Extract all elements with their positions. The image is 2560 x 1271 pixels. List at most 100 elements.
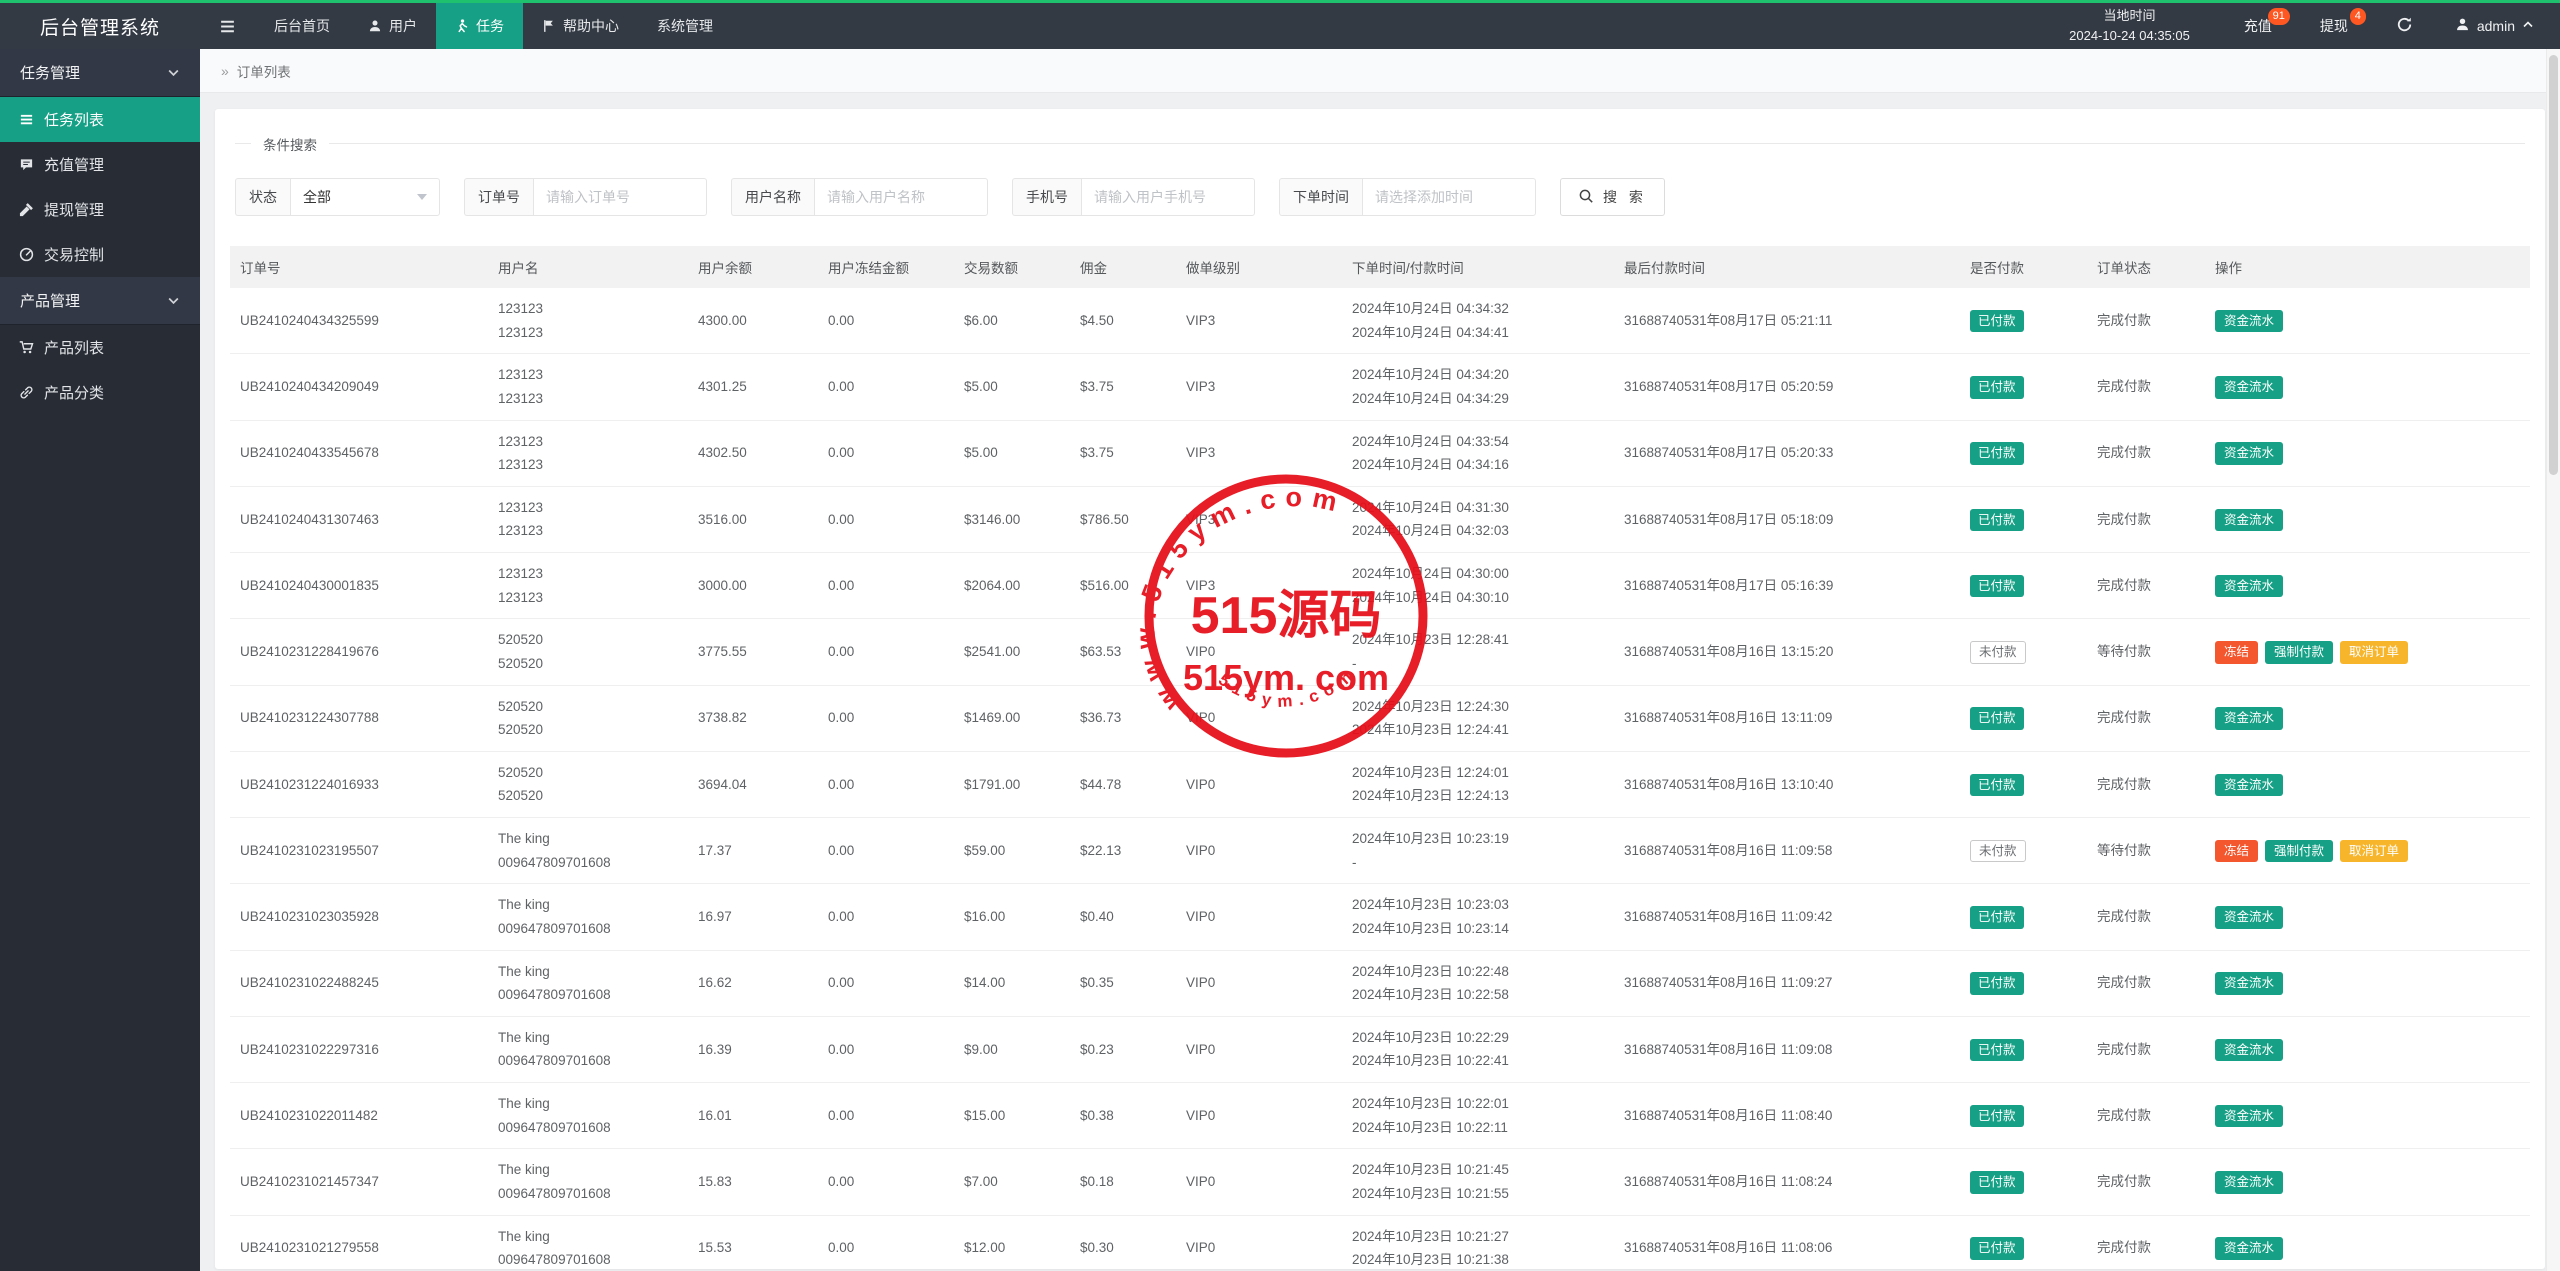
order-status-cell: 完成付款 (2087, 1016, 2205, 1084)
actions-cell: 资金流水 (2205, 685, 2530, 752)
action-button-fund-flow[interactable]: 资金流水 (2215, 972, 2284, 995)
order-time-input[interactable] (1363, 189, 1535, 205)
action-button-fund-flow[interactable]: 资金流水 (2215, 376, 2284, 399)
action-button-force-pay[interactable]: 强制付款 (2265, 839, 2334, 863)
table-row: UB2410231224016933 520520 520520 3694.04 0.0… (230, 751, 2530, 819)
order-status-cell: 完成付款 (2087, 288, 2205, 355)
level-cell: VIP3 (1176, 420, 1342, 487)
action-button-fund-flow[interactable]: 资金流水 (2215, 309, 2284, 333)
local-time-label: 当地时间 (2103, 7, 2156, 23)
gavel-icon (19, 202, 34, 217)
commission-cell: $4.50 (1070, 288, 1176, 355)
local-time: 当地时间 2024-10-24 04:35:05 (2039, 6, 2220, 46)
phone-input[interactable] (1082, 189, 1254, 205)
nav-item-system[interactable]: 系统管理 (638, 3, 732, 49)
action-button-fund-flow[interactable]: 资金流水 (2215, 1104, 2284, 1128)
balance-cell: 3738.82 (688, 685, 818, 752)
order-no-cell: UB2410231021279558 (230, 1215, 488, 1269)
amount-cell: $1469.00 (954, 685, 1070, 752)
amount-cell: $7.00 (954, 1148, 1070, 1216)
commission-cell: $0.30 (1070, 1215, 1176, 1269)
order-no-cell: UB2410231228419676 (230, 618, 488, 686)
last-pay-cell: 31688740531年08月17日 05:20:59 (1614, 353, 1960, 421)
level-cell: VIP0 (1176, 1148, 1342, 1216)
action-button-cancel-order[interactable]: 取消订单 (2340, 839, 2409, 863)
order-time-cell: 2024年10月24日 04:33:54 2024年10月24日 04:34:16 (1342, 420, 1614, 487)
sidebar-item-trade-control[interactable]: 交易控制 (0, 232, 200, 277)
amount-cell: $16.00 (954, 883, 1070, 951)
action-button-fund-flow[interactable]: 资金流水 (2215, 1171, 2284, 1194)
user-cell: The king 009647809701608 (488, 817, 688, 885)
user-cell: 520520 520520 (488, 751, 688, 819)
actions-cell: 资金流水 (2205, 1148, 2530, 1216)
order-time-cell: 2024年10月23日 10:21:27 2024年10月23日 10:21:38 (1342, 1215, 1614, 1269)
flag-icon (542, 19, 556, 33)
menu-toggle[interactable] (200, 3, 255, 49)
sidebar-item-task-list[interactable]: 任务列表 (0, 97, 200, 142)
order-no-cell: UB2410240433545678 (230, 420, 488, 487)
status-select[interactable]: 全部 (290, 178, 440, 216)
nav-item-help-center[interactable]: 帮助中心 (523, 3, 638, 49)
scrollbar-thumb[interactable] (2549, 55, 2558, 475)
column-header: 做单级别 (1176, 246, 1342, 288)
balance-cell: 4302.50 (688, 420, 818, 487)
amount-cell: $3146.00 (954, 486, 1070, 554)
nav-item-users[interactable]: 用户 (349, 3, 436, 49)
column-header: 佣金 (1070, 246, 1176, 288)
order-status-cell: 完成付款 (2087, 486, 2205, 554)
sidebar-item-product-category[interactable]: 产品分类 (0, 370, 200, 415)
table-row: UB2410231023035928 The king 00964780970160… (230, 883, 2530, 951)
action-button-cancel-order[interactable]: 取消订单 (2340, 641, 2409, 664)
order-no-cell: UB2410231224307788 (230, 685, 488, 752)
last-pay-cell: 31688740531年08月16日 11:09:08 (1614, 1016, 1960, 1084)
paid-cell: 已付款 (1960, 486, 2087, 554)
action-button-fund-flow[interactable]: 资金流水 (2215, 574, 2284, 598)
action-button-fund-flow[interactable]: 资金流水 (2215, 508, 2284, 532)
action-button-fund-flow[interactable]: 资金流水 (2215, 707, 2284, 730)
withdraw-button[interactable]: 提现 4 (2296, 3, 2372, 49)
amount-cell: $5.00 (954, 420, 1070, 487)
user-name-input[interactable] (815, 189, 987, 205)
search-button[interactable]: 搜 索 (1560, 178, 1665, 216)
balance-cell: 4301.25 (688, 353, 818, 421)
chevron-down-icon (167, 294, 180, 307)
action-button-freeze[interactable]: 冻结 (2215, 839, 2259, 863)
balance-cell: 3000.00 (688, 552, 818, 620)
sidebar-item-withdraw-management[interactable]: 提现管理 (0, 187, 200, 232)
amount-cell: $2064.00 (954, 552, 1070, 620)
sidebar-group-product-management[interactable]: 产品管理 (0, 277, 200, 325)
action-button-fund-flow[interactable]: 资金流水 (2215, 1038, 2284, 1062)
paid-cell: 已付款 (1960, 950, 2087, 1017)
nav-item-tasks[interactable]: 任务 (436, 3, 523, 49)
sidebar-item-product-list[interactable]: 产品列表 (0, 325, 200, 370)
status-value: 全部 (303, 189, 331, 205)
sidebar-group-task-management[interactable]: 任务管理 (0, 49, 200, 97)
gauge-icon (19, 247, 34, 262)
user-cell: The king 009647809701608 (488, 1016, 688, 1084)
refresh-button[interactable] (2372, 3, 2437, 49)
search-icon (1578, 188, 1594, 207)
order-time-filter: 下单时间 (1279, 178, 1536, 216)
vertical-scrollbar[interactable] (2546, 49, 2560, 1271)
withdraw-badge: 4 (2349, 8, 2366, 25)
balance-cell: 15.53 (688, 1215, 818, 1269)
action-button-fund-flow[interactable]: 资金流水 (2215, 442, 2284, 465)
recharge-button[interactable]: 充值 91 (2220, 3, 2296, 49)
action-button-fund-flow[interactable]: 资金流水 (2215, 906, 2284, 929)
user-menu[interactable]: admin (2437, 3, 2560, 49)
action-button-freeze[interactable]: 冻结 (2215, 641, 2259, 664)
frozen-cell: 0.00 (818, 420, 954, 487)
column-header: 是否付款 (1960, 246, 2087, 288)
action-button-fund-flow[interactable]: 资金流水 (2215, 1237, 2284, 1260)
action-button-fund-flow[interactable]: 资金流水 (2215, 773, 2284, 797)
order-no-label: 订单号 (464, 178, 533, 216)
action-button-force-pay[interactable]: 强制付款 (2265, 641, 2334, 664)
amount-cell: $2541.00 (954, 618, 1070, 686)
last-pay-cell: 31688740531年08月16日 13:11:09 (1614, 685, 1960, 752)
actions-cell: 资金流水 (2205, 420, 2530, 487)
sidebar-item-recharge-management[interactable]: 充值管理 (0, 142, 200, 187)
sidebar-group-label: 任务管理 (20, 65, 81, 82)
order-no-input[interactable] (534, 189, 706, 205)
nav-item-home[interactable]: 后台首页 (255, 3, 349, 49)
frozen-cell: 0.00 (818, 486, 954, 554)
